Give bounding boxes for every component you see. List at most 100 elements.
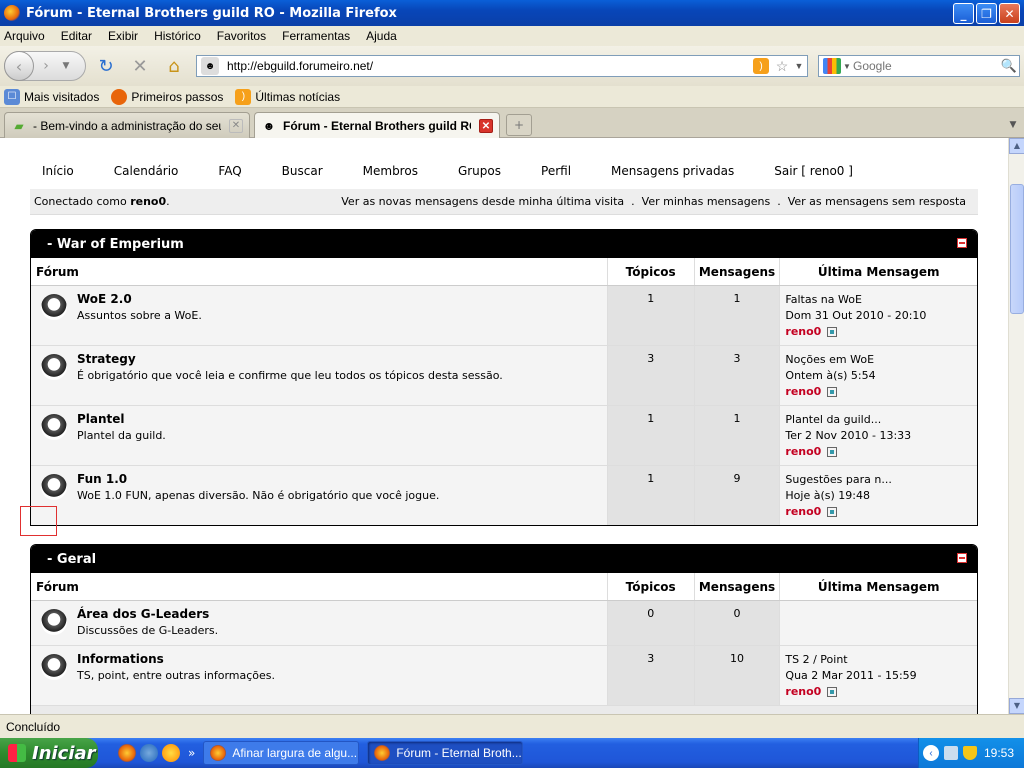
home-button[interactable]: ⌂ [160,52,188,80]
bookmark-mais-visitados[interactable]: ☐ Mais visitados [4,88,99,105]
search-engine-dropdown-icon[interactable]: ▼ [841,62,853,71]
list-all-tabs-button[interactable]: ▼ [1004,114,1022,136]
close-tab-icon[interactable]: ✕ [479,119,493,133]
col-last-message: Última Mensagem [817,264,940,279]
last-message-author-link[interactable]: reno0 [785,385,821,398]
search-input[interactable] [853,59,999,73]
nav-mensagens-privadas-link[interactable]: Mensagens privadas [611,164,734,178]
collapse-icon[interactable] [957,238,967,248]
nav-buscar-link[interactable]: Buscar [282,164,323,178]
menu-historico[interactable]: Histórico [154,29,201,43]
col-messages: Mensagens [695,573,781,600]
last-message-title-link[interactable]: Plantel da guild... [785,412,977,428]
url-text[interactable]: http://ebguild.forumeiro.net/ [227,59,753,73]
navigation-toolbar: ‹ › ▼ ↻ ✕ ⌂ ☻ http://ebguild.forumeiro.n… [0,46,1024,86]
menu-ferramentas[interactable]: Ferramentas [282,29,350,43]
maximize-button[interactable]: ❐ [976,3,997,24]
nav-perfil-link[interactable]: Perfil [541,164,571,178]
forum-title-link[interactable]: Strategy [77,352,503,366]
back-button[interactable]: ‹ [4,51,34,81]
start-button[interactable]: Iniciar [0,738,98,768]
last-message-author-link[interactable]: reno0 [785,445,821,458]
rss-feed-icon[interactable]: ) [753,58,769,74]
my-messages-link[interactable]: Ver minhas mensagens [642,195,771,208]
bookmark-ultimas-noticias[interactable]: ) Últimas notícias [235,88,340,105]
forum-title-link[interactable]: Informations [77,652,275,666]
reload-button[interactable]: ↻ [92,52,120,80]
nav-membros-link[interactable]: Membros [363,164,418,178]
minimize-button[interactable]: _ [953,3,974,24]
goto-last-post-icon[interactable] [827,387,838,397]
forum-title-link[interactable]: Plantel [77,412,166,426]
menu-exibir[interactable]: Exibir [108,29,138,43]
nav-grupos-link[interactable]: Grupos [458,164,501,178]
ie-quicklaunch-icon[interactable] [140,744,158,762]
menu-editar[interactable]: Editar [61,29,92,43]
search-bar[interactable]: ▼ 🔍 [818,55,1020,77]
firefox-quicklaunch-icon[interactable] [118,744,136,762]
last-message-title-link[interactable]: Sugestões para n... [785,472,977,488]
forward-button[interactable]: › [34,58,58,74]
unanswered-link[interactable]: Ver as mensagens sem resposta [788,195,966,208]
quicklaunch-more-icon[interactable]: » [188,746,195,760]
new-tab-button[interactable]: + [506,114,532,136]
show-hidden-icons-button[interactable]: ‹ [923,745,939,761]
last-message-author-link[interactable]: reno0 [785,505,821,518]
last-message-author-link[interactable]: reno0 [785,325,821,338]
url-bar[interactable]: ☻ http://ebguild.forumeiro.net/ ) ☆ ▼ [196,55,808,77]
forum-description: Assuntos sobre a WoE. [77,309,202,322]
history-dropdown-button[interactable]: ▼ [58,61,74,71]
url-dropdown-icon[interactable]: ▼ [791,61,807,71]
menu-ajuda[interactable]: Ajuda [366,29,397,43]
menu-favoritos[interactable]: Favoritos [217,29,266,43]
forum-title-link[interactable]: Área dos G-Leaders [77,607,218,621]
scroll-down-button[interactable]: ▼ [1009,698,1024,714]
goto-last-post-icon[interactable] [827,507,838,517]
tab-bar: ▰ - Bem-vindo a administração do seu fór… [0,108,1024,139]
last-message-title-link[interactable]: Noções em WoE [785,352,977,368]
page-content: Início Calendário FAQ Buscar Membros Gru… [0,138,1008,714]
scroll-thumb[interactable] [1010,184,1024,314]
menu-arquivo[interactable]: Arquivo [4,29,45,43]
chat-bubble-icon: ▰ [14,118,24,133]
network-icon[interactable] [944,746,958,760]
last-message-title-link[interactable]: TS 2 / Point [785,652,977,668]
category-title[interactable]: - War of Emperium [47,237,184,252]
collapse-icon[interactable] [957,553,967,563]
tab-admin[interactable]: ▰ - Bem-vindo a administração do seu fór… [4,112,250,138]
scroll-up-button[interactable]: ▲ [1009,138,1024,154]
connected-user: reno0 [130,195,167,208]
last-message-author-link[interactable]: reno0 [785,685,821,698]
close-button[interactable]: ✕ [999,3,1020,24]
category-title[interactable]: - Geral [47,552,96,567]
media-player-quicklaunch-icon[interactable] [162,744,180,762]
taskbar-item-afinar[interactable]: Afinar largura de algu... [203,741,360,765]
vertical-scrollbar[interactable]: ▲ ▼ [1008,138,1024,714]
forum-row: Strategy É obrigatório que você leia e c… [31,346,977,406]
new-messages-link[interactable]: Ver as novas mensagens desde minha últim… [341,195,624,208]
clock[interactable]: 19:53 [984,746,1014,760]
search-icon[interactable]: 🔍 [999,58,1019,74]
forum-status-icon [41,654,67,680]
goto-last-post-icon[interactable] [827,327,838,337]
connected-status: Conectado como reno0. [34,195,170,208]
forum-topics-count: 3 [607,646,695,705]
bookmark-primeiros-passos[interactable]: Primeiros passos [111,88,223,105]
security-shield-icon[interactable] [963,746,977,760]
nav-sair-link[interactable]: Sair [ reno0 ] [774,164,853,178]
forum-messages-count: 1 [694,406,781,465]
close-tab-icon[interactable]: ✕ [229,118,243,133]
forum-title-link[interactable]: Fun 1.0 [77,472,439,486]
goto-last-post-icon[interactable] [827,687,838,697]
last-message-title-link[interactable]: Faltas na WoE [785,292,977,308]
goto-last-post-icon[interactable] [827,447,838,457]
forum-title-link[interactable]: WoE 2.0 [77,292,202,306]
taskbar-item-forum[interactable]: Fórum - Eternal Broth... [367,741,524,765]
nav-faq-link[interactable]: FAQ [218,164,241,178]
google-engine-icon[interactable] [823,58,841,74]
tab-forum[interactable]: ☻ Fórum - Eternal Brothers guild RO ✕ [254,112,500,139]
nav-calendario-link[interactable]: Calendário [114,164,179,178]
nav-inicio-link[interactable]: Início [42,164,74,178]
stop-button[interactable]: ✕ [126,52,154,80]
bookmark-star-icon[interactable]: ☆ [773,58,791,75]
